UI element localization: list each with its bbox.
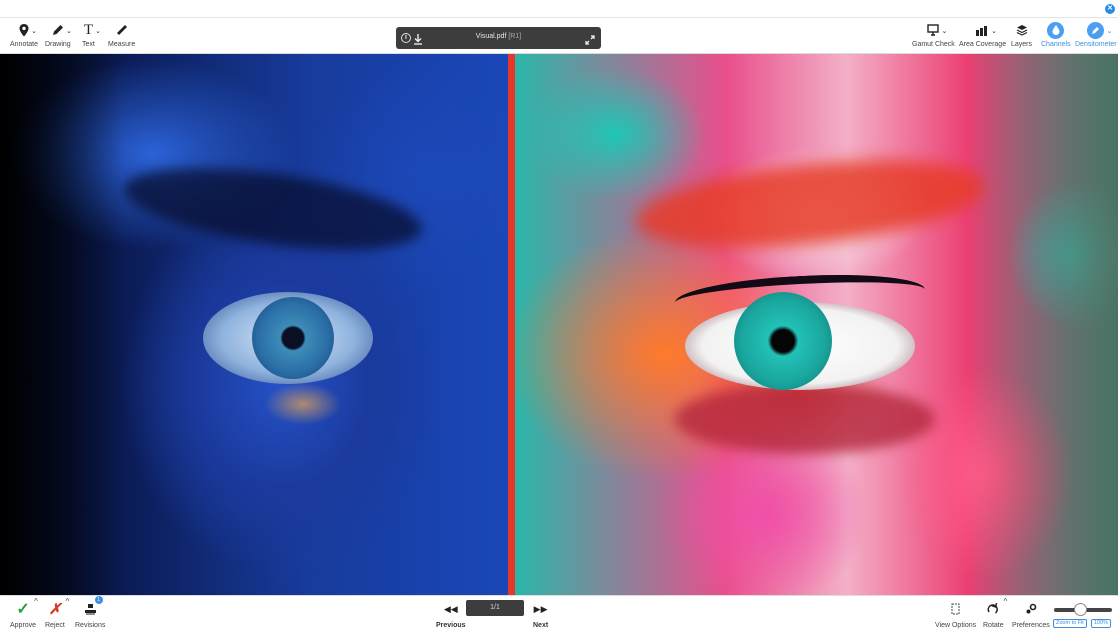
gear-icon — [1025, 599, 1037, 619]
measure-tool[interactable]: Measure — [108, 21, 135, 53]
expand-icon[interactable] — [585, 32, 595, 50]
channels-label: Channels — [1041, 41, 1071, 48]
file-name-bar: i Visual.pdf [R1] — [396, 27, 601, 49]
layers-tool[interactable]: Layers — [1011, 21, 1032, 53]
drawing-label: Drawing — [45, 41, 71, 48]
zoom-slider-thumb[interactable] — [1074, 603, 1087, 616]
measure-label: Measure — [108, 41, 136, 48]
preferences-label: Preferences — [1012, 622, 1050, 629]
ruler-icon — [116, 21, 128, 39]
rotate-button[interactable]: ^ Rotate — [983, 597, 1007, 630]
gamut-check-label: Gamut Check — [912, 41, 955, 48]
reject-label: Reject — [45, 622, 65, 629]
area-coverage-label: Area Coverage — [959, 41, 1007, 48]
compare-viewer[interactable] — [0, 54, 1118, 595]
stamp-icon: 1 — [84, 596, 103, 619]
left-brow-shape — [119, 153, 427, 265]
gamut-check-tool[interactable]: ⌄ Gamut Check — [912, 21, 955, 53]
right-image-pane[interactable] — [515, 54, 1118, 595]
rotate-label: Rotate — [983, 622, 1004, 629]
file-revision: [R1] — [508, 33, 522, 40]
proof-viewer-app: ✕ ⌄ Annotate ⌄ Drawing T ⌄ Text Measure … — [0, 0, 1118, 633]
zoom-100-button[interactable]: 100% — [1091, 619, 1112, 628]
right-lower-lid-shape — [675, 384, 935, 454]
approve-label: Approve — [10, 622, 37, 629]
left-shade — [3, 54, 123, 595]
view-options-button[interactable]: View Options — [935, 599, 976, 630]
gamut-icon: ⌄ — [927, 21, 947, 39]
annotate-tool[interactable]: ⌄ Annotate — [10, 21, 38, 53]
view-options-icon — [950, 599, 961, 619]
rotate-icon: ^ — [987, 597, 1007, 619]
text-tool[interactable]: T ⌄ Text — [82, 21, 101, 53]
view-options-label: View Options — [935, 622, 977, 629]
annotate-label: Annotate — [10, 41, 39, 48]
densitometer-label: Densitometer — [1075, 41, 1117, 48]
drop-icon — [1047, 21, 1065, 39]
right-iris-shape — [734, 292, 832, 390]
area-coverage-tool[interactable]: ⌄ Area Coverage — [959, 21, 1006, 53]
drawing-tool[interactable]: ⌄ Drawing — [45, 21, 72, 53]
file-title: Visual.pdf [R1] — [396, 33, 601, 40]
revisions-button[interactable]: 1 Revisions — [75, 596, 106, 630]
right-shade — [968, 54, 1118, 595]
channels-tool[interactable]: Channels — [1041, 21, 1071, 53]
densitometer-tool[interactable]: ⌄ Densitometer — [1075, 21, 1117, 53]
next-icon: ▶▶ — [533, 603, 548, 614]
x-icon: ✗ ^ — [48, 597, 70, 618]
left-iris-shape — [252, 297, 334, 379]
top-strip: ✕ — [0, 0, 1118, 18]
next-label: Next — [533, 622, 549, 629]
approve-button[interactable]: ✓ ^ Approve — [10, 597, 38, 630]
reject-button[interactable]: ✗ ^ Reject — [45, 597, 70, 630]
text-label: Text — [82, 41, 95, 48]
left-image-pane[interactable] — [3, 54, 508, 595]
layers-label: Layers — [1011, 41, 1033, 48]
bottom-bar: ✓ ^ Approve ✗ ^ Reject 1 Revisions ◀◀ Prev… — [0, 595, 1118, 633]
check-icon: ✓ ^ — [16, 597, 38, 618]
preferences-button[interactable]: Preferences — [1012, 599, 1050, 630]
layers-icon — [1016, 21, 1028, 39]
revisions-label: Revisions — [75, 622, 106, 629]
revisions-badge: 1 — [94, 596, 103, 604]
previous-label: Previous — [436, 622, 466, 629]
previous-button[interactable]: ◀◀ Previous — [436, 599, 466, 630]
right-brow-shape — [631, 145, 989, 263]
text-icon: T ⌄ — [83, 21, 101, 38]
page-indicator[interactable]: 1/1 — [466, 600, 524, 616]
pin-icon: ⌄ — [19, 21, 37, 39]
close-icon[interactable]: ✕ — [1105, 4, 1115, 14]
file-name: Visual.pdf — [475, 33, 507, 40]
next-button[interactable]: ▶▶ Next — [533, 599, 548, 630]
previous-icon: ◀◀ — [443, 603, 458, 614]
area-coverage-icon: ⌄ — [976, 21, 997, 39]
compare-divider[interactable] — [508, 54, 515, 595]
zoom-slider[interactable] — [1054, 603, 1112, 616]
densitometer-icon: ⌄ — [1087, 21, 1112, 39]
pencil-icon: ⌄ — [52, 21, 72, 39]
zoom-to-fit-button[interactable]: Zoom to Fit — [1053, 619, 1087, 628]
